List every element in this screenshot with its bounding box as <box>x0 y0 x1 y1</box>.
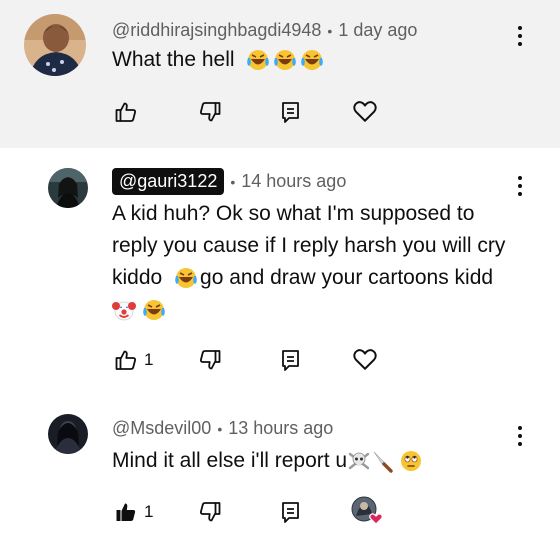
meta-separator: • <box>217 420 223 437</box>
dislike-icon <box>200 350 221 370</box>
heart-icon <box>353 349 377 370</box>
tears-of-joy-emoji <box>247 50 324 71</box>
reply-icon <box>282 350 299 371</box>
more-vert-icon[interactable] <box>510 22 530 50</box>
skull-crossbones-emoji <box>348 453 370 470</box>
comment-author[interactable]: @riddhirajsinghbagdi4948 <box>112 20 321 41</box>
meta-separator: • <box>327 22 333 39</box>
dislike-icon <box>200 502 221 522</box>
comment-2: @gauri3122 • 14 hours ago A kid huh? Ok … <box>0 148 560 390</box>
comment-meta: @Msdevil00 • 13 hours ago <box>112 418 333 439</box>
heart-button[interactable] <box>352 98 378 124</box>
comment-meta: @gauri3122 • 14 hours ago <box>112 168 346 195</box>
heart-icon <box>353 101 377 122</box>
comment-author[interactable]: @Msdevil00 <box>112 418 211 439</box>
more-vert-icon[interactable] <box>510 172 530 200</box>
comment-text-line: reply you cause if I reply harsh you wil… <box>112 234 506 257</box>
tears-of-joy-emoji <box>143 300 165 321</box>
avatar[interactable] <box>48 414 88 454</box>
avatar[interactable] <box>48 168 88 208</box>
comment-3: @Msdevil00 • 13 hours ago Mind it all el… <box>0 390 560 560</box>
more-vert-icon[interactable] <box>510 422 530 450</box>
reply-icon <box>282 502 299 523</box>
face-with-rolling-eyes-emoji <box>401 451 422 472</box>
dislike-button[interactable] <box>198 100 222 124</box>
avatar[interactable] <box>24 14 86 76</box>
meta-separator: • <box>230 173 236 190</box>
reply-button[interactable] <box>280 500 302 524</box>
comment-1: @riddhirajsinghbagdi4948 • 1 day ago Wha… <box>0 0 560 148</box>
heart-button[interactable] <box>352 346 378 372</box>
clown-face-emoji <box>112 302 136 321</box>
tears-of-joy-emoji <box>175 268 197 289</box>
comment-author[interactable]: @gauri3122 <box>112 168 225 195</box>
like-button[interactable]: 1 <box>114 500 153 524</box>
like-button[interactable]: 1 <box>114 348 153 372</box>
reply-button[interactable] <box>280 100 302 124</box>
dislike-icon <box>200 102 221 122</box>
comment-text: A kid huh? Ok so what I'm supposed to re… <box>112 198 505 326</box>
comment-text: Mind it all else i'll report u <box>112 445 423 477</box>
reply-icon <box>282 102 299 123</box>
comment-meta: @riddhirajsinghbagdi4948 • 1 day ago <box>112 20 417 41</box>
like-count: 1 <box>144 350 154 369</box>
like-button[interactable] <box>114 100 144 124</box>
creator-heart-badge[interactable] <box>350 496 386 526</box>
like-icon <box>116 503 136 521</box>
comment-text: What the hell <box>112 44 324 76</box>
like-count: 1 <box>144 502 154 521</box>
like-icon <box>115 350 136 370</box>
comment-text-line: kiddo go and draw your cartoons kidd <box>112 266 494 289</box>
comment-text-line <box>112 294 505 326</box>
comment-text-line: A kid huh? Ok so what I'm supposed to <box>112 202 475 225</box>
like-icon <box>115 102 136 122</box>
reply-button[interactable] <box>280 348 302 372</box>
kitchen-knife-emoji <box>373 452 393 474</box>
dislike-button[interactable] <box>198 348 222 372</box>
comment-time[interactable]: 14 hours ago <box>241 171 346 192</box>
comment-time[interactable]: 13 hours ago <box>228 418 333 439</box>
comment-time[interactable]: 1 day ago <box>338 20 417 41</box>
dislike-button[interactable] <box>198 500 222 524</box>
creator-heart-icon <box>351 496 383 525</box>
laughing-emoji-group <box>246 48 324 71</box>
